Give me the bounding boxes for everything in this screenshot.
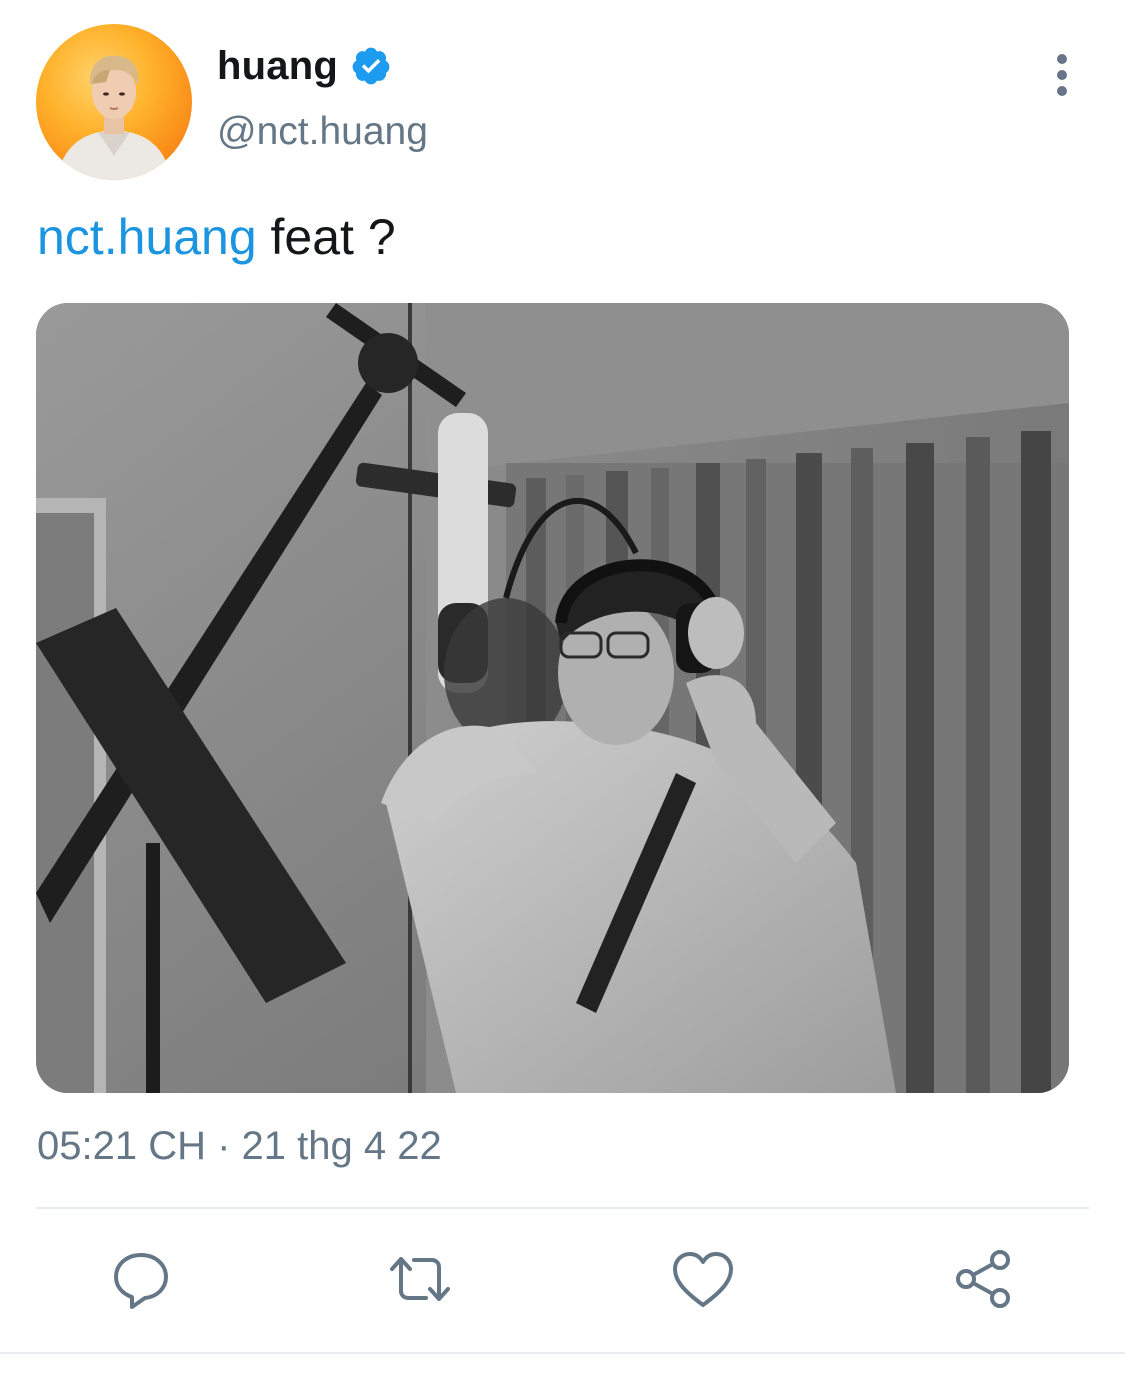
divider (36, 1207, 1089, 1209)
reply-bubble-icon[interactable] (105, 1243, 177, 1315)
divider (0, 1352, 1125, 1354)
tweet-action-bar (0, 1243, 1125, 1315)
tweet-photo[interactable] (36, 303, 1069, 1093)
tweet-timestamp[interactable]: 05:21 CH · 21 thg 4 22 (37, 1124, 442, 1169)
mention-link[interactable]: nct.huang (37, 209, 257, 265)
tweet-text: nct.huang feat ? (37, 208, 396, 266)
author-handle[interactable]: @nct.huang (217, 110, 428, 154)
avatar[interactable] (36, 24, 192, 180)
verified-badge-icon (350, 45, 392, 87)
heart-icon[interactable] (667, 1243, 739, 1315)
author-display-name[interactable]: huang (217, 44, 338, 89)
share-icon[interactable] (948, 1243, 1020, 1315)
retweet-icon[interactable] (384, 1243, 456, 1315)
author-name-row: huang (217, 38, 392, 94)
more-vertical-icon[interactable] (1040, 52, 1084, 98)
tweet-body-text: feat ? (256, 209, 396, 265)
